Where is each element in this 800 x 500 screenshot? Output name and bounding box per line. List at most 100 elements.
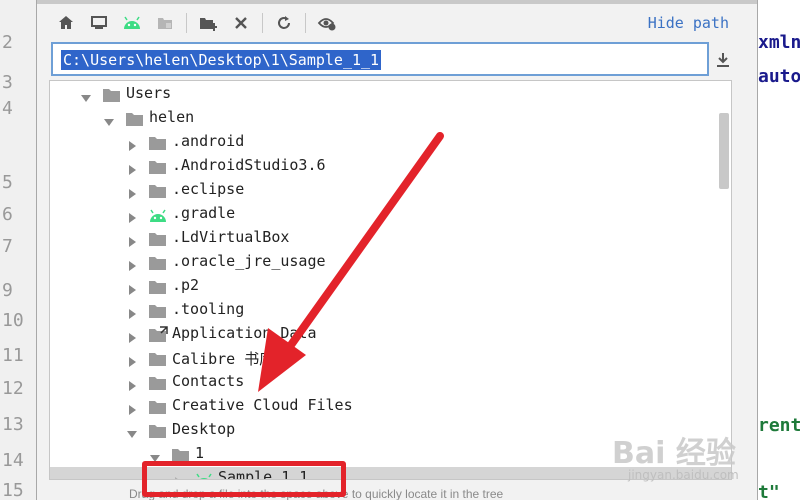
tree-row-label: .p2 bbox=[172, 276, 200, 294]
tree-row-label: Application Data bbox=[172, 324, 317, 342]
annotation-highlight-box bbox=[142, 461, 346, 497]
tree-row[interactable]: Creative Cloud Files bbox=[50, 395, 731, 419]
collapse-right-arrow-icon[interactable] bbox=[126, 257, 138, 271]
module-icon[interactable] bbox=[152, 10, 178, 36]
tree-row[interactable]: helen bbox=[50, 107, 731, 131]
collapse-right-arrow-icon[interactable] bbox=[126, 353, 138, 367]
expand-down-arrow-icon[interactable] bbox=[103, 113, 115, 126]
folder-icon bbox=[125, 110, 143, 126]
tree-row[interactable]: .gradle bbox=[50, 203, 731, 227]
tree-row-label: Users bbox=[126, 84, 172, 102]
path-input[interactable]: C:\Users\helen\Desktop\1\Sample_1_1 bbox=[51, 42, 709, 76]
line-number: 9 bbox=[2, 280, 13, 301]
folder-icon bbox=[148, 422, 166, 438]
line-number: 13 bbox=[2, 414, 24, 435]
folder-icon bbox=[102, 86, 120, 102]
tree-row[interactable]: .AndroidStudio3.6 bbox=[50, 155, 731, 179]
line-number: 2 bbox=[2, 32, 13, 53]
tree-row[interactable]: .p2 bbox=[50, 275, 731, 299]
tree-row-label: .tooling bbox=[172, 300, 245, 318]
download-icon[interactable] bbox=[713, 50, 733, 70]
watermark-url: jingyan.baidu.com bbox=[628, 468, 739, 482]
collapse-right-arrow-icon[interactable] bbox=[126, 401, 138, 415]
tree-row[interactable]: .oracle_jre_usage bbox=[50, 251, 731, 275]
collapse-right-arrow-icon[interactable] bbox=[126, 137, 138, 151]
tree-row-label: .AndroidStudio3.6 bbox=[172, 156, 326, 174]
folder-icon bbox=[148, 278, 166, 294]
refresh-icon[interactable] bbox=[271, 10, 297, 36]
expand-down-arrow-icon[interactable] bbox=[126, 425, 138, 438]
tree-row-label: .eclipse bbox=[172, 180, 245, 198]
android-icon bbox=[148, 206, 166, 222]
baidu-watermark: Bai 经验 jingyan.baidu.com bbox=[612, 428, 800, 490]
collapse-right-arrow-icon[interactable] bbox=[126, 281, 138, 295]
line-number: 3 bbox=[2, 72, 13, 93]
folder-icon bbox=[148, 134, 166, 150]
folder-icon bbox=[171, 446, 189, 462]
line-number: 4 bbox=[2, 98, 13, 119]
folder-icon bbox=[148, 182, 166, 198]
file-tree[interactable]: Users helen .android .AndroidStudio3.6 .ecli… bbox=[49, 80, 732, 480]
folder-icon bbox=[148, 350, 166, 366]
hide-path-link[interactable]: Hide path bbox=[648, 14, 729, 32]
tree-row-label: 1 bbox=[195, 444, 205, 462]
tree-row[interactable]: .eclipse bbox=[50, 179, 731, 203]
tree-row-label: Desktop bbox=[172, 420, 236, 438]
show-hidden-icon[interactable] bbox=[314, 10, 340, 36]
line-number: 5 bbox=[2, 172, 13, 193]
tree-row[interactable]: .tooling bbox=[50, 299, 731, 323]
home-icon[interactable] bbox=[53, 10, 79, 36]
line-number-gutter: 2 3 4 5 6 7 9 10 11 12 13 14 15 bbox=[0, 0, 36, 500]
expand-down-arrow-icon[interactable] bbox=[80, 89, 92, 102]
line-number: 11 bbox=[2, 345, 24, 366]
tree-row[interactable]: Users bbox=[50, 83, 731, 107]
line-number: 7 bbox=[2, 236, 13, 257]
tree-row-label: Calibre 书库 bbox=[172, 350, 275, 368]
line-number: 15 bbox=[2, 480, 24, 500]
watermark-logo-text: Bai 经验 bbox=[612, 436, 736, 471]
tree-row-label: .android bbox=[172, 132, 245, 150]
code-fragment: xmln bbox=[758, 32, 800, 53]
line-number: 14 bbox=[2, 450, 24, 471]
collapse-right-arrow-icon[interactable] bbox=[126, 209, 138, 223]
folder-icon bbox=[148, 398, 166, 414]
tree-row-label: .LdVirtualBox bbox=[172, 228, 290, 246]
line-number: 6 bbox=[2, 204, 13, 225]
tree-scrollbar[interactable] bbox=[719, 113, 729, 189]
desktop-icon[interactable] bbox=[86, 10, 112, 36]
tree-row[interactable]: Application Data bbox=[50, 323, 731, 347]
collapse-right-arrow-icon[interactable] bbox=[126, 185, 138, 199]
path-input-value: C:\Users\helen\Desktop\1\Sample_1_1 bbox=[61, 50, 382, 70]
tree-row[interactable]: Calibre 书库 bbox=[50, 347, 731, 371]
delete-icon[interactable] bbox=[228, 10, 254, 36]
code-fragment: auto' bbox=[758, 66, 800, 87]
tree-row-label: .oracle_jre_usage bbox=[172, 252, 326, 270]
tree-row[interactable]: .LdVirtualBox bbox=[50, 227, 731, 251]
collapse-right-arrow-icon[interactable] bbox=[126, 305, 138, 319]
folder-icon bbox=[148, 230, 166, 246]
file-chooser-toolbar bbox=[53, 10, 347, 36]
dialog-top-border bbox=[37, 0, 757, 4]
tree-row-label: helen bbox=[149, 108, 195, 126]
collapse-right-arrow-icon[interactable] bbox=[126, 233, 138, 247]
android-icon[interactable] bbox=[119, 10, 145, 36]
folder-icon bbox=[148, 158, 166, 174]
tree-row-label: .gradle bbox=[172, 204, 236, 222]
tree-row[interactable]: .android bbox=[50, 131, 731, 155]
folder-icon bbox=[148, 254, 166, 270]
toolbar-separator bbox=[305, 13, 306, 33]
line-number: 10 bbox=[2, 310, 24, 331]
tree-row-label: Contacts bbox=[172, 372, 245, 390]
expand-down-arrow-icon[interactable] bbox=[149, 449, 161, 462]
tree-row-label: Creative Cloud Files bbox=[172, 396, 353, 414]
new-folder-icon[interactable] bbox=[195, 10, 221, 36]
folder-icon bbox=[148, 302, 166, 318]
line-number: 12 bbox=[2, 378, 24, 399]
tree-row[interactable]: Contacts bbox=[50, 371, 731, 395]
collapse-right-arrow-icon[interactable] bbox=[126, 377, 138, 391]
collapse-right-arrow-icon[interactable] bbox=[126, 161, 138, 175]
toolbar-separator bbox=[186, 13, 187, 33]
folder-link-icon bbox=[148, 326, 168, 342]
toolbar-separator bbox=[262, 13, 263, 33]
collapse-right-arrow-icon[interactable] bbox=[126, 329, 138, 343]
